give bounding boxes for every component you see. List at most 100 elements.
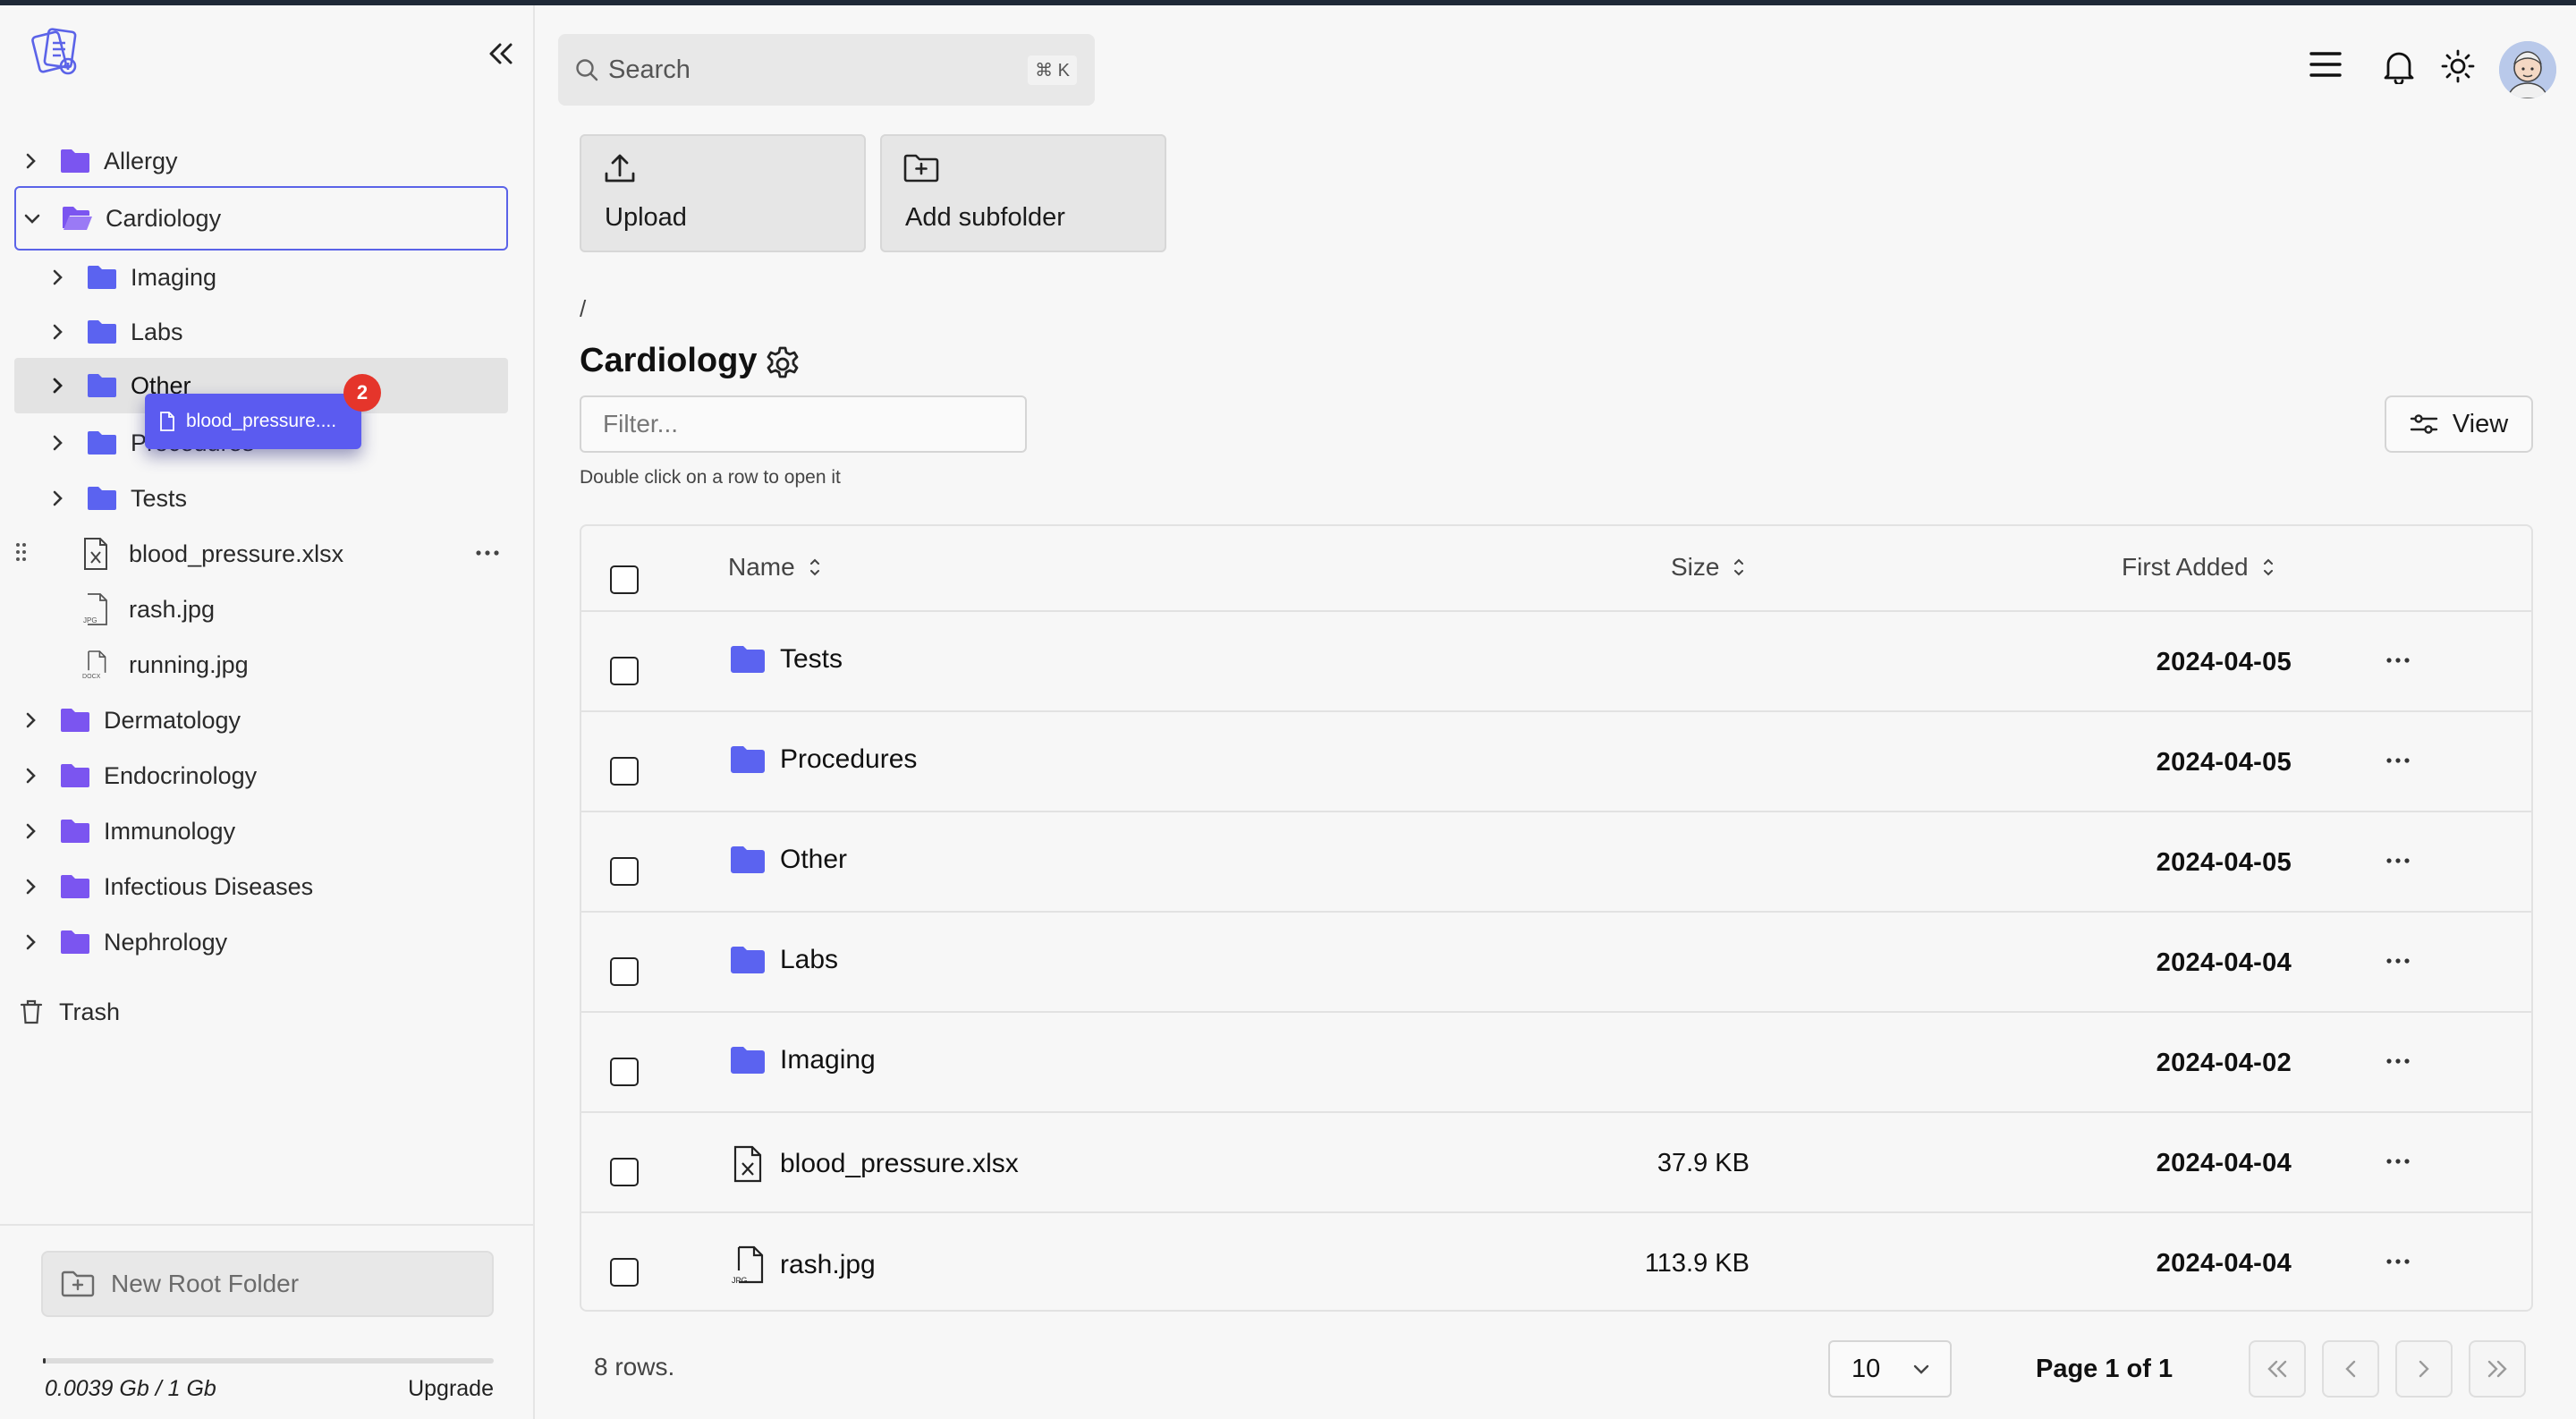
- new-root-folder-button[interactable]: New Root Folder: [41, 1251, 494, 1317]
- folder-open-icon: [61, 205, 93, 232]
- notifications-bell-icon[interactable]: [2383, 48, 2415, 84]
- chevron-right-icon[interactable]: [14, 815, 47, 847]
- column-header-size[interactable]: Size: [1671, 553, 1746, 582]
- menu-icon[interactable]: [2308, 48, 2343, 81]
- table-row[interactable]: Labs 2024-04-04: [581, 913, 2531, 1013]
- breadcrumb[interactable]: /: [580, 295, 586, 323]
- row-more-options-icon[interactable]: [2385, 952, 2411, 974]
- chevron-right-icon[interactable]: [41, 482, 73, 514]
- row-checkbox[interactable]: [610, 1258, 639, 1287]
- rows-count-text: 8 rows.: [594, 1353, 675, 1381]
- tree-item-label: Cardiology: [106, 204, 222, 232]
- row-more-options-icon[interactable]: [2385, 752, 2411, 774]
- chevron-right-icon[interactable]: [41, 316, 73, 348]
- row-more-options-icon[interactable]: [2385, 651, 2411, 674]
- table-row[interactable]: JPG rash.jpg 113.9 KB 2024-04-04: [581, 1213, 2531, 1310]
- storage-progress-fill: [43, 1358, 46, 1364]
- drag-handle-icon[interactable]: [14, 540, 29, 570]
- table-row[interactable]: Tests 2024-04-05: [581, 612, 2531, 712]
- tree-item-label: Nephrology: [104, 928, 228, 956]
- collapse-sidebar-button[interactable]: [481, 36, 521, 72]
- tree-item-labs[interactable]: Labs: [41, 306, 506, 358]
- new-root-folder-label: New Root Folder: [111, 1270, 300, 1297]
- sidebar: Allergy Cardiology Imaging Labs Other Pr…: [0, 5, 535, 1419]
- storage-progress-bar: [43, 1358, 494, 1364]
- chevron-right-icon[interactable]: [41, 370, 73, 402]
- upload-button[interactable]: Upload: [580, 134, 866, 252]
- row-more-options-icon[interactable]: [2385, 1253, 2411, 1275]
- chevron-right-icon[interactable]: [14, 760, 47, 792]
- tree-item-infectious-diseases[interactable]: Infectious Diseases: [14, 861, 506, 913]
- table-row[interactable]: Imaging 2024-04-02: [581, 1013, 2531, 1113]
- tree-item-dermatology[interactable]: Dermatology: [14, 694, 506, 746]
- chevron-down-icon[interactable]: [16, 202, 48, 234]
- row-checkbox[interactable]: [610, 657, 639, 685]
- tree-item-endocrinology[interactable]: Endocrinology: [14, 750, 506, 802]
- tree-item-cardiology[interactable]: Cardiology: [14, 186, 508, 251]
- tree-item-tests[interactable]: Tests: [41, 472, 506, 524]
- next-page-button[interactable]: [2395, 1340, 2453, 1398]
- image-file-icon: JPG: [82, 592, 109, 626]
- folder-settings-gear-icon[interactable]: [764, 345, 801, 387]
- folder-icon: [86, 264, 118, 291]
- select-all-checkbox[interactable]: [610, 565, 639, 594]
- table-row[interactable]: blood_pressure.xlsx 37.9 KB 2024-04-04: [581, 1113, 2531, 1213]
- filter-input[interactable]: [580, 395, 1027, 453]
- chevron-right-icon[interactable]: [14, 145, 47, 177]
- tree-item-blood-pressure-xlsx[interactable]: blood_pressure.xlsx: [14, 528, 508, 580]
- row-checkbox[interactable]: [610, 1058, 639, 1086]
- search-bar[interactable]: Search ⌘ K: [558, 34, 1095, 106]
- document-file-icon: DOCX: [82, 648, 109, 682]
- column-header-first-added[interactable]: First Added: [2122, 553, 2275, 582]
- row-checkbox[interactable]: [610, 857, 639, 886]
- folder-icon: [59, 762, 91, 789]
- tree-item-immunology[interactable]: Immunology: [14, 805, 506, 857]
- user-avatar[interactable]: [2499, 41, 2556, 98]
- spreadsheet-file-icon: [82, 537, 109, 571]
- row-name: Other: [780, 845, 848, 874]
- page-size-value: 10: [1852, 1354, 1881, 1383]
- more-options-icon[interactable]: [474, 537, 501, 575]
- view-options-button[interactable]: View: [2385, 395, 2533, 453]
- row-date: 2024-04-04: [2156, 1249, 2292, 1278]
- tree-item-running-jpg[interactable]: DOCX running.jpg: [14, 639, 508, 691]
- tree-item-label: Immunology: [104, 817, 236, 845]
- table-row[interactable]: Other 2024-04-05: [581, 812, 2531, 913]
- tree-item-label: Allergy: [104, 147, 178, 174]
- chevron-right-icon[interactable]: [14, 926, 47, 958]
- page-size-select[interactable]: 10: [1828, 1340, 1952, 1398]
- folder-plus-icon: [903, 154, 939, 183]
- row-checkbox[interactable]: [610, 757, 639, 786]
- chevron-right-icon[interactable]: [14, 704, 47, 736]
- column-header-label: First Added: [2122, 553, 2249, 581]
- chevron-right-icon: [2419, 1360, 2429, 1378]
- row-more-options-icon[interactable]: [2385, 1152, 2411, 1175]
- row-name: rash.jpg: [780, 1250, 876, 1279]
- chevron-right-icon[interactable]: [41, 427, 73, 459]
- upgrade-link[interactable]: Upgrade: [408, 1376, 494, 1402]
- row-checkbox[interactable]: [610, 957, 639, 986]
- tree-item-allergy[interactable]: Allergy: [14, 135, 506, 187]
- row-more-options-icon[interactable]: [2385, 852, 2411, 874]
- column-header-name[interactable]: Name: [728, 553, 822, 582]
- previous-page-button[interactable]: [2322, 1340, 2379, 1398]
- last-page-button[interactable]: [2469, 1340, 2526, 1398]
- row-date: 2024-04-02: [2156, 1049, 2292, 1077]
- chevron-right-icon[interactable]: [41, 261, 73, 293]
- tree-item-trash[interactable]: Trash: [20, 986, 512, 1038]
- folder-icon: [59, 873, 91, 900]
- add-subfolder-button[interactable]: Add subfolder: [880, 134, 1166, 252]
- tree-item-nephrology[interactable]: Nephrology: [14, 916, 506, 968]
- row-checkbox[interactable]: [610, 1158, 639, 1186]
- folder-icon: [728, 945, 767, 975]
- row-more-options-icon[interactable]: [2385, 1052, 2411, 1075]
- tree-item-imaging[interactable]: Imaging: [41, 251, 506, 303]
- chevron-right-icon[interactable]: [14, 871, 47, 903]
- tree-item-label: Labs: [131, 318, 183, 345]
- folder-icon: [86, 485, 118, 512]
- table-row[interactable]: Procedures 2024-04-05: [581, 712, 2531, 812]
- tree-item-rash-jpg[interactable]: JPG rash.jpg: [14, 583, 508, 635]
- theme-toggle-sun-icon[interactable]: [2440, 48, 2476, 84]
- first-page-button[interactable]: [2249, 1340, 2306, 1398]
- app-logo-icon[interactable]: [29, 23, 84, 79]
